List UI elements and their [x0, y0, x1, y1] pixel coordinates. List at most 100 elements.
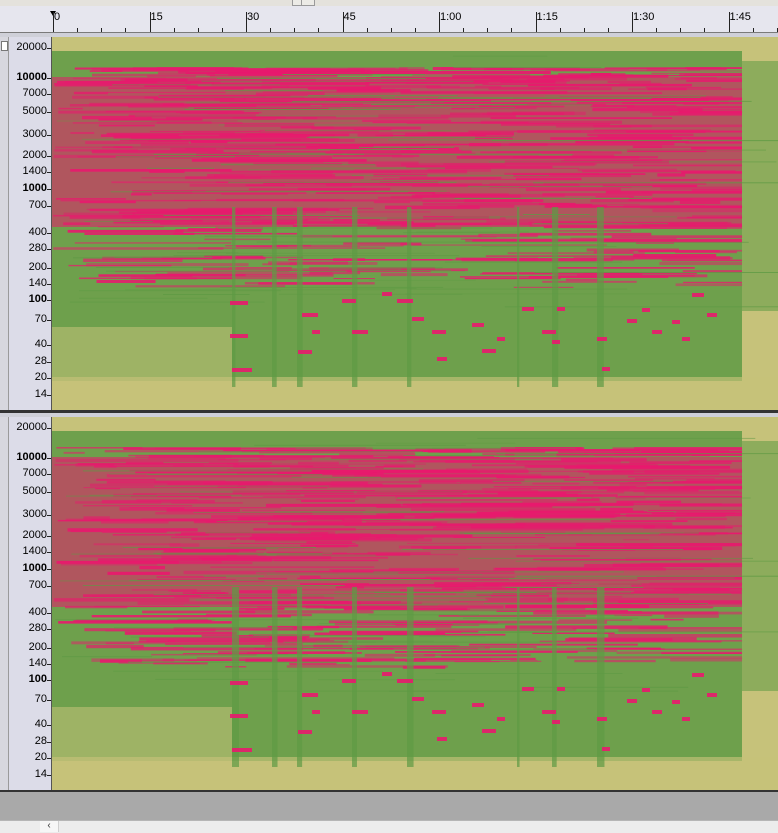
- harmonic-line: [516, 561, 778, 562]
- energy-streak: [289, 663, 336, 665]
- harmonic-line: [403, 232, 500, 233]
- note-blob: [382, 672, 392, 676]
- ruler-tick: [391, 28, 392, 32]
- empty-track-area[interactable]: [0, 792, 778, 820]
- harmonic-line: [199, 451, 423, 452]
- energy-streak: [577, 274, 707, 277]
- note-blob: [557, 687, 565, 691]
- harmonic-line: [505, 306, 778, 307]
- note-blob: [298, 350, 312, 354]
- harmonic-line: [256, 573, 398, 574]
- ruler-tick: [704, 28, 705, 32]
- ruler-tick: [415, 28, 416, 32]
- spectrogram-image: [52, 37, 778, 410]
- harmonic-line: [112, 84, 280, 85]
- harmonic-line: [185, 654, 308, 655]
- frequency-label: 20: [35, 371, 47, 383]
- attack-column: [272, 207, 277, 387]
- frequency-tick: [47, 552, 51, 553]
- harmonic-line: [369, 280, 476, 281]
- harmonic-line: [79, 290, 281, 291]
- attack-column: [517, 207, 519, 387]
- energy-streak: [531, 69, 667, 70]
- spectrogram-view[interactable]: [52, 417, 778, 790]
- frequency-label: 40: [35, 718, 47, 730]
- ruler-tick: [463, 28, 464, 32]
- energy-streak: [405, 661, 541, 662]
- energy-streak: [558, 73, 625, 75]
- horizontal-scrollbar[interactable]: ‹: [0, 820, 778, 833]
- harmonic-line: [83, 585, 345, 586]
- harmonic-line: [164, 215, 361, 216]
- harmonic-line: [179, 491, 462, 492]
- harmonic-line: [541, 584, 642, 585]
- harmonic-line: [507, 242, 749, 243]
- spectrogram-view[interactable]: [52, 37, 778, 410]
- frequency-tick: [47, 758, 51, 759]
- note-blob: [602, 367, 610, 371]
- harmonic-line: [432, 448, 576, 449]
- harmonic-line: [205, 532, 310, 533]
- harmonic-line: [533, 182, 778, 183]
- harmonic-line: [201, 596, 491, 597]
- harmonic-line: [464, 533, 650, 534]
- energy-streak: [598, 227, 727, 229]
- energy-streak: [520, 233, 652, 236]
- harmonic-line: [96, 267, 230, 268]
- harmonic-line: [371, 610, 536, 611]
- harmonic-line: [463, 618, 638, 619]
- energy-streak: [204, 239, 270, 241]
- track-control-panel[interactable]: [0, 417, 9, 790]
- scroll-left-icon[interactable]: ‹: [40, 821, 59, 832]
- harmonic-line: [421, 154, 574, 155]
- frequency-tick: [47, 94, 51, 95]
- audio-track-upper[interactable]: 2000010000700050003000200014001000700400…: [0, 37, 778, 410]
- frequency-tick: [47, 700, 51, 701]
- harmonic-line: [130, 580, 347, 581]
- ruler-tick: [174, 28, 175, 32]
- harmonic-line: [253, 635, 445, 636]
- timeline-ruler[interactable]: 01530451:001:151:301:45: [0, 6, 778, 33]
- energy-streak: [676, 283, 742, 286]
- harmonic-line: [114, 627, 293, 628]
- energy-streak: [75, 242, 231, 243]
- harmonic-line: [275, 511, 445, 512]
- frequency-tick: [47, 345, 51, 346]
- ruler-tick: [487, 28, 488, 32]
- harmonic-line: [468, 558, 753, 559]
- ruler-tick: [270, 28, 271, 32]
- harmonic-line: [183, 548, 279, 549]
- harmonic-line: [320, 459, 542, 460]
- note-blob: [707, 313, 717, 317]
- audio-track-lower[interactable]: 2000010000700050003000200014001000700400…: [0, 417, 778, 790]
- harmonic-line: [342, 107, 515, 108]
- harmonic-line: [311, 168, 445, 169]
- harmonic-line: [292, 477, 381, 478]
- frequency-label: 28: [35, 735, 47, 747]
- energy-streak: [465, 278, 561, 279]
- note-blob: [230, 301, 248, 305]
- ruler-tick: [125, 28, 126, 32]
- harmonic-line: [239, 153, 326, 154]
- energy-streak: [246, 609, 274, 610]
- frequency-tick: [47, 474, 51, 475]
- energy-streak: [641, 451, 742, 453]
- frequency-label: 28: [35, 355, 47, 367]
- frequency-label: 280: [29, 242, 47, 254]
- ruler-tick: [77, 28, 78, 32]
- attack-column: [552, 207, 558, 387]
- energy-streak: [361, 71, 551, 74]
- energy-streak: [84, 233, 194, 235]
- harmonic-line: [205, 236, 333, 237]
- track-control-panel[interactable]: [0, 37, 9, 410]
- energy-streak: [567, 656, 742, 658]
- harmonic-line: [55, 619, 357, 620]
- harmonic-line: [135, 116, 441, 117]
- harmonic-line: [318, 679, 455, 680]
- attack-column: [297, 587, 302, 767]
- harmonic-line: [177, 252, 239, 253]
- note-blob: [482, 729, 496, 733]
- harmonic-line: [334, 592, 631, 593]
- collapse-arrow-icon[interactable]: [1, 41, 8, 51]
- harmonic-line: [316, 641, 434, 642]
